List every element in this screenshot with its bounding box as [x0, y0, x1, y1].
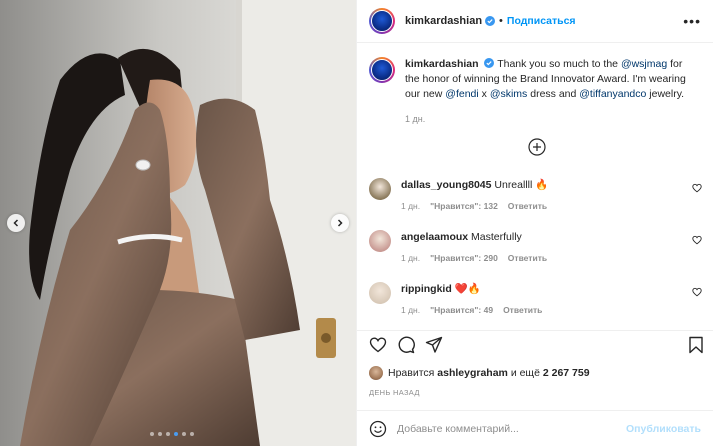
- follow-button[interactable]: Подписаться: [507, 15, 576, 27]
- comment-likes-count[interactable]: "Нравится": 132: [430, 201, 498, 211]
- comment-row: angelaamoux Masterfully 1 дн. "Нравится": …: [369, 230, 702, 263]
- avatar[interactable]: [369, 57, 395, 83]
- avatar[interactable]: [369, 8, 395, 34]
- more-options-icon[interactable]: •••: [683, 13, 701, 29]
- comment-like-heart-icon[interactable]: [692, 183, 702, 193]
- mention-link[interactable]: @fendi: [445, 88, 478, 100]
- comment-time: 1 дн.: [401, 253, 421, 263]
- avatar[interactable]: [369, 230, 391, 252]
- comment-text: ❤️🔥: [454, 283, 481, 295]
- action-bar: [357, 330, 713, 360]
- comment-likes-count[interactable]: "Нравится": 49: [430, 305, 493, 315]
- comment-likes-count[interactable]: "Нравится": 290: [430, 253, 498, 263]
- caption-segment: Thank you so much to the: [497, 58, 621, 70]
- mention-link[interactable]: @tiffanyandco: [579, 88, 646, 100]
- verified-badge-icon: [484, 58, 495, 68]
- prev-photo-button[interactable]: [7, 214, 25, 232]
- likes-middle: и ещё: [510, 367, 540, 379]
- next-photo-button[interactable]: [331, 214, 349, 232]
- mention-link[interactable]: @skims: [490, 88, 528, 100]
- share-paper-plane-icon[interactable]: [425, 336, 443, 354]
- verified-badge-icon: [485, 16, 496, 26]
- publish-button[interactable]: Опубликовать: [626, 423, 701, 435]
- carousel-dot: [158, 432, 162, 436]
- caption-segment: dress and: [527, 88, 580, 100]
- post-modal: kimkardashian • Подписаться ••• kimkarda…: [0, 0, 713, 446]
- comment-input[interactable]: [397, 422, 627, 435]
- caption-timestamp: 1 дн.: [405, 114, 426, 124]
- post-date: ДЕНЬ НАЗАД: [369, 388, 420, 397]
- load-more-comments-icon[interactable]: [528, 138, 546, 156]
- comment-composer: Опубликовать: [357, 410, 713, 446]
- comment-text: Unreallll 🔥: [494, 179, 549, 191]
- post-photo[interactable]: [0, 0, 356, 446]
- emoji-smile-icon[interactable]: [369, 420, 387, 438]
- like-heart-icon[interactable]: [369, 336, 387, 354]
- liker-avatar: [369, 366, 383, 380]
- header-separator: •: [499, 15, 503, 27]
- save-bookmark-icon[interactable]: [687, 336, 705, 354]
- comment-username[interactable]: dallas_young8045: [401, 179, 491, 191]
- comment-like-heart-icon[interactable]: [692, 235, 702, 245]
- carousel-dot: [150, 432, 154, 436]
- author-username[interactable]: kimkardashian: [405, 15, 482, 27]
- photo-image: [0, 0, 356, 446]
- mention-link[interactable]: @wsjmag: [621, 58, 667, 70]
- caption-segment: x: [478, 88, 490, 100]
- chevron-right-icon: [337, 219, 343, 227]
- comment-time: 1 дн.: [401, 305, 421, 315]
- post-header: kimkardashian • Подписаться •••: [357, 0, 713, 43]
- comment-username[interactable]: angelaamoux: [401, 231, 468, 243]
- caption-text: kimkardashian Thank you so much to the @…: [405, 57, 695, 102]
- likes-count[interactable]: 2 267 759: [543, 367, 590, 379]
- post-sidebar: kimkardashian • Подписаться ••• kimkarda…: [356, 0, 713, 446]
- avatar[interactable]: [369, 178, 391, 200]
- carousel-dot: [166, 432, 170, 436]
- carousel-indicator: [150, 432, 194, 436]
- reply-button[interactable]: Ответить: [508, 201, 547, 211]
- likes-summary: Нравится ashleygraham и ещё 2 267 759: [369, 366, 590, 380]
- carousel-dot: [182, 432, 186, 436]
- post-caption: kimkardashian Thank you so much to the @…: [357, 43, 713, 127]
- carousel-dot: [174, 432, 178, 436]
- caption-segment: jewelry.: [646, 88, 685, 100]
- chevron-left-icon: [13, 219, 19, 227]
- liker-username[interactable]: ashleygraham: [437, 367, 508, 379]
- reply-button[interactable]: Ответить: [503, 305, 542, 315]
- comment-text: Masterfully: [471, 231, 522, 243]
- comment-row: rippingkid ❤️🔥 1 дн. "Нравится": 49 Ответит…: [369, 282, 702, 315]
- reply-button[interactable]: Ответить: [508, 253, 547, 263]
- carousel-dot: [190, 432, 194, 436]
- comment-bubble-icon[interactable]: [397, 336, 415, 354]
- likes-prefix: Нравится: [388, 367, 435, 379]
- comment-like-heart-icon[interactable]: [692, 287, 702, 297]
- comment-time: 1 дн.: [401, 201, 421, 211]
- caption-username[interactable]: kimkardashian: [405, 58, 479, 70]
- comment-row: dallas_young8045 Unreallll 🔥 1 дн. "Нравит…: [369, 178, 702, 211]
- avatar[interactable]: [369, 282, 391, 304]
- comment-username[interactable]: rippingkid: [401, 283, 452, 295]
